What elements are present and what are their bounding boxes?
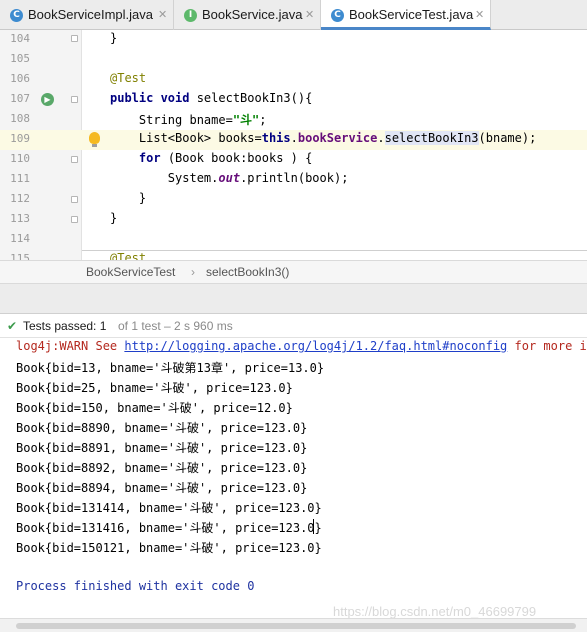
code-text: List<Book> books= xyxy=(138,131,262,145)
code-text: String bname= xyxy=(138,113,233,127)
interface-icon: I xyxy=(184,9,197,22)
breadcrumb-separator-icon: › xyxy=(191,265,195,279)
line-number: 112 xyxy=(10,192,30,205)
tab-bookservice[interactable]: I BookService.java ✕ xyxy=(174,0,321,30)
fold-marker-icon[interactable] xyxy=(71,156,78,163)
process-exit-line: Process finished with exit code 0 xyxy=(16,579,255,593)
code-line[interactable]: 108 String bname="斗"; xyxy=(0,110,587,130)
breadcrumb-method[interactable]: selectBookIn3() xyxy=(206,261,289,283)
tab-label: BookService.java xyxy=(202,7,303,22)
class-icon: C xyxy=(331,9,344,22)
watermark: https://blog.csdn.net/m0_46699799 xyxy=(333,604,537,619)
tab-bookserviceimpl[interactable]: C BookServiceImpl.java ✕ xyxy=(0,0,174,30)
code-text: selectBookIn3(){ xyxy=(189,91,313,105)
console-line: Book{bid=150121, bname='斗破', price=123.0… xyxy=(16,541,322,555)
close-icon[interactable]: ✕ xyxy=(475,0,484,30)
faq-link[interactable]: http://logging.apache.org/log4j/1.2/faq.… xyxy=(124,339,507,353)
console-line: Book{bid=8892, bname='斗破', price=123.0} xyxy=(16,461,308,475)
console-line: Book{bid=150, bname='斗破', price=12.0} xyxy=(16,401,293,415)
check-icon: ✔ xyxy=(7,319,18,333)
method-reference: selectBookIn3 xyxy=(384,131,479,145)
tab-label: BookServiceImpl.java xyxy=(28,7,153,22)
log-warning-line: log4j:WARN See http://logging.apache.org… xyxy=(16,339,587,353)
tool-window-header xyxy=(0,284,587,314)
code-text: } xyxy=(138,191,147,205)
console-line: Book{bid=8894, bname='斗破', price=123.0} xyxy=(16,481,308,495)
console-line: Book{bid=131416, bname='斗破', price=123.0… xyxy=(16,521,322,535)
code-text: System. xyxy=(167,171,219,185)
code-text: (Book book:books ) { xyxy=(160,151,313,165)
code-line[interactable]: 113 } xyxy=(0,210,587,230)
console-line: Book{bid=13, bname='斗破第13章', price=13.0} xyxy=(16,361,325,375)
line-number: 107 xyxy=(10,92,30,105)
tab-bookservicetest[interactable]: C BookServiceTest.java ✕ xyxy=(321,0,491,30)
string-literal: "斗" xyxy=(232,113,260,127)
line-number: 113 xyxy=(10,212,30,225)
fold-marker-icon[interactable] xyxy=(71,35,78,42)
breadcrumb: BookServiceTest › selectBookIn3() xyxy=(0,260,587,284)
fold-marker-icon[interactable] xyxy=(71,196,78,203)
line-number: 108 xyxy=(10,112,30,125)
line-number: 109 xyxy=(10,132,30,145)
text-caret xyxy=(313,519,314,534)
line-number: 110 xyxy=(10,152,30,165)
console-line: Book{bid=25, bname='斗破', price=123.0} xyxy=(16,381,293,395)
code-line[interactable]: 112 } xyxy=(0,190,587,210)
close-icon[interactable]: ✕ xyxy=(305,0,314,30)
field-reference: bookService xyxy=(297,131,378,145)
code-line[interactable]: 107 ▶ public void selectBookIn3(){ xyxy=(0,90,587,110)
code-editor[interactable]: 104 } 105 106 @Test 107 ▶ public void se… xyxy=(0,30,587,260)
tab-label: BookServiceTest.java xyxy=(349,7,474,22)
console-line: Book{bid=131414, bname='斗破', price=123.0… xyxy=(16,501,322,515)
code-line[interactable]: 106 @Test xyxy=(0,70,587,90)
code-line[interactable]: 104 } xyxy=(0,30,587,50)
code-line[interactable]: 105 xyxy=(0,50,587,70)
code-text: } xyxy=(110,31,118,45)
editor-tab-bar: C BookServiceImpl.java ✕ I BookService.j… xyxy=(0,0,587,30)
keyword: for xyxy=(138,151,161,165)
line-number: 106 xyxy=(10,72,30,85)
keyword: this xyxy=(261,131,291,145)
code-line[interactable]: 111 System.out.println(book); xyxy=(0,170,587,190)
line-number: 104 xyxy=(10,32,30,45)
console-line: Book{bid=8891, bname='斗破', price=123.0} xyxy=(16,441,308,455)
static-field: out xyxy=(218,171,241,185)
intention-bulb-icon[interactable] xyxy=(89,132,100,147)
close-icon[interactable]: ✕ xyxy=(158,0,167,30)
code-line[interactable]: 114 xyxy=(0,230,587,250)
tests-passed-label: Tests passed: 1 xyxy=(23,319,107,333)
code-text: } xyxy=(110,211,118,225)
fold-marker-icon[interactable] xyxy=(71,216,78,223)
code-line-current[interactable]: 109 List<Book> books=this.bookService.se… xyxy=(0,130,587,150)
console-output[interactable]: log4j:WARN See http://logging.apache.org… xyxy=(0,338,587,618)
test-status-bar: ✔ Tests passed: 1 of 1 test – 2 s 960 ms xyxy=(0,314,587,338)
tests-passed-detail: of 1 test – 2 s 960 ms xyxy=(118,319,233,333)
keyword: public void xyxy=(110,91,190,105)
line-number: 111 xyxy=(10,172,30,185)
code-line[interactable]: 110 for (Book book:books ) { xyxy=(0,150,587,170)
line-number: 114 xyxy=(10,232,30,245)
horizontal-scrollbar[interactable] xyxy=(0,618,587,632)
scrollbar-thumb[interactable] xyxy=(16,623,576,629)
line-number: 105 xyxy=(10,52,30,65)
fold-marker-icon[interactable] xyxy=(71,96,78,103)
code-line[interactable]: 115 @Test xyxy=(0,250,587,260)
class-icon: C xyxy=(10,9,23,22)
annotation: @Test xyxy=(110,251,147,260)
console-line: Book{bid=8890, bname='斗破', price=123.0} xyxy=(16,421,308,435)
run-test-icon[interactable]: ▶ xyxy=(41,93,54,106)
breadcrumb-class[interactable]: BookServiceTest xyxy=(86,261,175,283)
annotation: @Test xyxy=(110,71,147,85)
line-number: 115 xyxy=(10,252,30,260)
